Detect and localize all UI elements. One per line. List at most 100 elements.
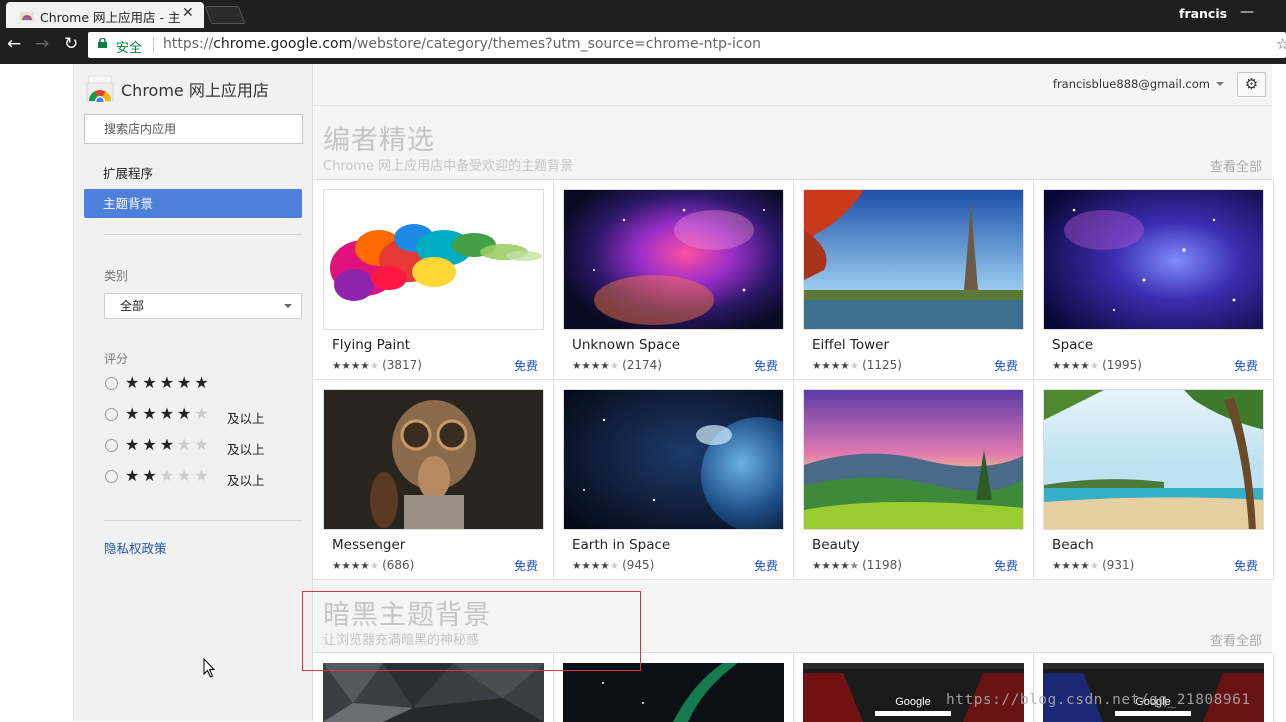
back-arrow-icon[interactable]: ← [7,34,21,54]
forward-arrow-icon[interactable]: → [35,34,49,54]
theme-thumbnail-flying-paint[interactable] [323,189,544,330]
and-up-label: 及以上 [227,473,265,488]
price-label[interactable]: 免费 [994,357,1018,374]
theme-card[interactable]: Unknown Space ★★★★★ (2174) 免费 [554,180,794,380]
rating-count: (945) [622,558,655,572]
four-stars-icon: ★★★★★ [125,404,212,423]
theme-name[interactable]: Space [1052,337,1093,353]
rating-count: (2174) [622,358,662,372]
theme-thumbnail-dark-aurora[interactable] [563,663,784,722]
five-stars-icon: ★★★★★ [125,373,212,392]
webstore-page: Chrome 网上应用店 扩展程序 主题背景 类别 全部 评分 ★★★★★ ★★… [0,64,1286,722]
chevron-down-icon [284,304,292,308]
browser-toolbar: ← → ↻ 安全 https://chrome.google.com/webst… [0,28,1286,64]
new-tab-button[interactable] [204,6,246,24]
tab-close-icon[interactable]: ✕ [182,5,194,21]
rating-count: (686) [382,558,415,572]
theme-card[interactable]: Google [794,653,1034,722]
category-dropdown[interactable]: 全部 [104,293,302,319]
url-scheme: https:// [163,36,214,52]
theme-name[interactable]: Eiffel Tower [812,337,889,353]
rating-filter-3[interactable]: ★★★★★ 及以上 [104,435,302,457]
theme-card[interactable]: Earth in Space ★★★★★ (945) 免费 [554,380,794,580]
sidebar-item-extensions[interactable]: 扩展程序 [84,159,302,188]
rating-count: (931) [1102,558,1135,572]
radio-button[interactable] [105,408,118,421]
minimize-icon[interactable]: — [1240,4,1254,20]
theme-name[interactable]: Flying Paint [332,337,410,353]
price-label[interactable]: 免费 [514,557,538,574]
price-label[interactable]: 免费 [1234,357,1258,374]
section-subtitle: Chrome 网上应用店中备受欢迎的主题背景 [323,159,574,174]
settings-gear-button[interactable]: ⚙ [1237,72,1266,97]
browser-title-bar: Chrome 网上应用店 - 主 ✕ francis — [0,0,1286,28]
annotation-highlight-box [302,591,641,671]
theme-card[interactable]: Beach ★★★★★ (931) 免费 [1034,380,1274,580]
account-bar: francisblue888@gmail.com ⚙ [314,64,1272,106]
rating-count: (3817) [382,358,422,372]
profile-name[interactable]: francis [1179,6,1227,21]
chrome-webstore-logo-icon[interactable] [86,74,114,102]
mouse-pointer-icon [203,658,216,678]
rating-stars-icon: ★★★★★ (686) [332,558,415,572]
search-input[interactable] [85,115,302,143]
rating-filter-5[interactable]: ★★★★★ [104,373,302,395]
theme-card[interactable]: Messenger ★★★★★ (686) 免费 [314,380,554,580]
and-up-label: 及以上 [227,442,265,457]
chevron-down-icon[interactable] [1216,82,1224,86]
theme-thumbnail-space[interactable] [1043,189,1264,330]
price-label[interactable]: 免费 [994,557,1018,574]
chrome-webstore-favicon-icon [20,12,34,21]
theme-name[interactable]: Earth in Space [572,537,670,553]
search-box [84,114,303,144]
account-email[interactable]: francisblue888@gmail.com [1053,77,1210,91]
theme-card[interactable]: Beauty ★★★★★ (1198) 免费 [794,380,1034,580]
theme-thumbnail-dark-polygon[interactable] [323,663,544,722]
theme-name[interactable]: Beauty [812,537,860,553]
store-title[interactable]: Chrome 网上应用店 [121,77,269,101]
view-all-link[interactable]: 查看全部 [1210,156,1262,175]
reload-icon[interactable]: ↻ [64,34,78,54]
radio-button[interactable] [105,439,118,452]
privacy-policy-link[interactable]: 隐私权政策 [104,538,167,557]
rating-stars-icon: ★★★★★ (3817) [332,358,422,372]
theme-name[interactable]: Unknown Space [572,337,680,353]
price-label[interactable]: 免费 [754,557,778,574]
url-text[interactable]: https://chrome.google.com/webstore/categ… [163,36,761,52]
three-stars-icon: ★★★★★ [125,435,212,454]
theme-grid: Flying Paint ★★★★★ (3817) 免费 Unknown Spa… [314,179,1274,580]
theme-thumbnail-eiffel-tower[interactable] [803,189,1024,330]
theme-thumbnail-beauty[interactable] [803,389,1024,530]
sidebar-item-themes[interactable]: 主题背景 [84,189,302,218]
rating-filter-4[interactable]: ★★★★★ 及以上 [104,404,302,426]
watermark-text: https://blog.csdn.net/qq_21808961 [946,692,1251,708]
secure-label: 安全 [116,41,143,56]
rating-label: 评分 [104,352,129,366]
price-label[interactable]: 免费 [1234,557,1258,574]
theme-thumbnail-messenger[interactable] [323,389,544,530]
rating-stars-icon: ★★★★★ (931) [1052,558,1135,572]
theme-thumbnail-beach[interactable] [1043,389,1264,530]
price-label[interactable]: 免费 [514,357,538,374]
google-logo-text: Google [895,696,930,708]
address-bar[interactable]: 安全 https://chrome.google.com/webstore/ca… [88,32,1286,58]
theme-card[interactable]: Flying Paint ★★★★★ (3817) 免费 [314,180,554,380]
address-separator [153,37,154,53]
theme-thumbnail-earth-in-space[interactable] [563,389,784,530]
view-all-link[interactable]: 查看全部 [1210,630,1262,649]
rating-stars-icon: ★★★★★ (945) [572,558,655,572]
theme-card[interactable]: Eiffel Tower ★★★★★ (1125) 免费 [794,180,1034,380]
bookmark-star-icon[interactable]: ☆ [1276,35,1286,53]
radio-button[interactable] [105,470,118,483]
theme-card[interactable]: Space ★★★★★ (1995) 免费 [1034,180,1274,380]
theme-name[interactable]: Beach [1052,537,1094,553]
price-label[interactable]: 免费 [754,357,778,374]
browser-tab-active[interactable]: Chrome 网上应用店 - 主 ✕ [6,2,204,28]
theme-card[interactable]: Google [1034,653,1274,722]
radio-button[interactable] [105,377,118,390]
theme-thumbnail-unknown-space[interactable] [563,189,784,330]
and-up-label: 及以上 [227,411,265,426]
theme-name[interactable]: Messenger [332,537,405,553]
rating-count: (1125) [862,358,902,372]
rating-filter-2[interactable]: ★★★★★ 及以上 [104,466,302,488]
